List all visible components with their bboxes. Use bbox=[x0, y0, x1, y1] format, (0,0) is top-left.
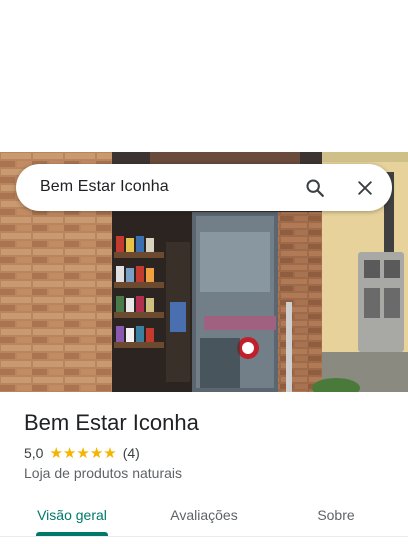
tab-reviews[interactable]: Avaliações bbox=[148, 494, 260, 536]
close-icon[interactable] bbox=[350, 173, 380, 203]
place-category: Loja de produtos naturais bbox=[24, 465, 182, 481]
tab-about[interactable]: Sobre bbox=[280, 494, 392, 536]
star-icon: ★ bbox=[49, 444, 63, 462]
place-title: Bem Estar Iconha bbox=[24, 410, 199, 435]
star-icon: ★ bbox=[62, 444, 77, 462]
rating-row[interactable]: 5,0 ★ ★ ★ ★ ★ (4) bbox=[24, 444, 140, 462]
star-icon: ★ bbox=[76, 444, 90, 462]
star-icon: ★ bbox=[89, 444, 104, 462]
search-bar[interactable]: Bem Estar Iconha bbox=[16, 164, 392, 211]
search-icon[interactable] bbox=[300, 173, 330, 203]
star-icon: ★ bbox=[103, 444, 117, 462]
tab-bar: Visão geral Avaliações Sobre bbox=[0, 494, 408, 537]
tab-overview[interactable]: Visão geral bbox=[16, 494, 128, 536]
active-tab-indicator bbox=[36, 532, 108, 536]
rating-value: 5,0 bbox=[24, 445, 44, 461]
rating-stars: ★ ★ ★ ★ ★ bbox=[49, 446, 116, 461]
search-input[interactable]: Bem Estar Iconha bbox=[40, 178, 169, 196]
review-count[interactable]: (4) bbox=[123, 445, 140, 461]
